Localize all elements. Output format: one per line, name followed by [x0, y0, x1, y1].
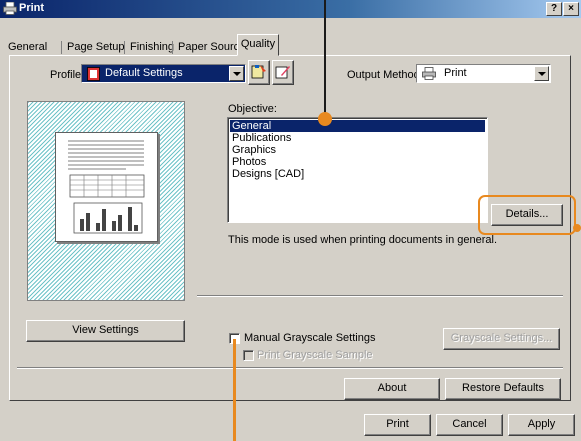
tab-separator: [172, 41, 173, 54]
restore-defaults-button[interactable]: Restore Defaults: [445, 378, 561, 400]
print-grayscale-sample-label: Print Grayscale Sample: [257, 349, 373, 361]
printer-icon: [422, 67, 436, 80]
callout-dot: [318, 112, 332, 126]
output-method-dropdown[interactable]: Print: [416, 64, 551, 83]
tab-page-setup[interactable]: Page Setup: [64, 38, 128, 56]
list-item[interactable]: Publications: [230, 132, 485, 144]
cancel-button[interactable]: Cancel: [436, 414, 503, 436]
tab-separator: [124, 41, 125, 54]
save-profile-icon: [251, 65, 266, 79]
manual-grayscale-label: Manual Grayscale Settings: [244, 332, 376, 344]
chevron-down-icon[interactable]: [229, 66, 244, 81]
edit-profile-icon: [275, 66, 290, 79]
details-callout: [478, 195, 576, 235]
objective-list[interactable]: General Publications Graphics Photos Des…: [227, 117, 488, 223]
profile-label: Profile:: [50, 69, 85, 81]
grayscale-settings-button[interactable]: Grayscale Settings...: [443, 328, 560, 350]
edit-profile-button[interactable]: [272, 60, 294, 85]
preview-page-image: [68, 140, 145, 234]
list-item[interactable]: Photos: [230, 156, 485, 168]
close-button[interactable]: ×: [563, 2, 579, 16]
preview-paper: [55, 132, 158, 242]
tab-quality[interactable]: Quality: [237, 34, 279, 56]
title-bar: Print ? ×: [0, 0, 581, 18]
save-profile-button[interactable]: [248, 60, 270, 85]
tab-separator: [61, 41, 62, 54]
callout-line-top-overlay: [324, 0, 326, 118]
divider: [17, 367, 563, 369]
view-settings-button[interactable]: View Settings: [26, 320, 185, 342]
output-method-label: Output Method:: [347, 69, 423, 81]
list-item[interactable]: Designs [CAD]: [230, 168, 485, 180]
objective-label: Objective:: [228, 103, 277, 115]
callout-dot: [573, 224, 581, 232]
printer-icon: [3, 2, 17, 15]
window-title: Print: [19, 2, 45, 14]
profile-value: Default Settings: [105, 67, 183, 79]
divider: [197, 295, 563, 297]
output-method-value: Print: [444, 67, 467, 79]
document-profile-icon: [87, 67, 100, 81]
help-button[interactable]: ?: [546, 2, 562, 16]
tab-finishing[interactable]: Finishing: [127, 38, 177, 56]
print-button[interactable]: Print: [364, 414, 431, 436]
objective-description: This mode is used when printing document…: [228, 234, 498, 246]
about-button[interactable]: About: [344, 378, 440, 400]
list-item[interactable]: Graphics: [230, 144, 485, 156]
callout-line-bottom: [233, 339, 236, 441]
print-grayscale-sample-checkbox[interactable]: [243, 350, 254, 361]
list-item[interactable]: General: [230, 120, 485, 132]
chevron-down-icon[interactable]: [534, 66, 549, 81]
tab-general[interactable]: General: [5, 38, 50, 56]
apply-button[interactable]: Apply: [508, 414, 575, 436]
profile-dropdown[interactable]: Default Settings: [81, 64, 246, 83]
